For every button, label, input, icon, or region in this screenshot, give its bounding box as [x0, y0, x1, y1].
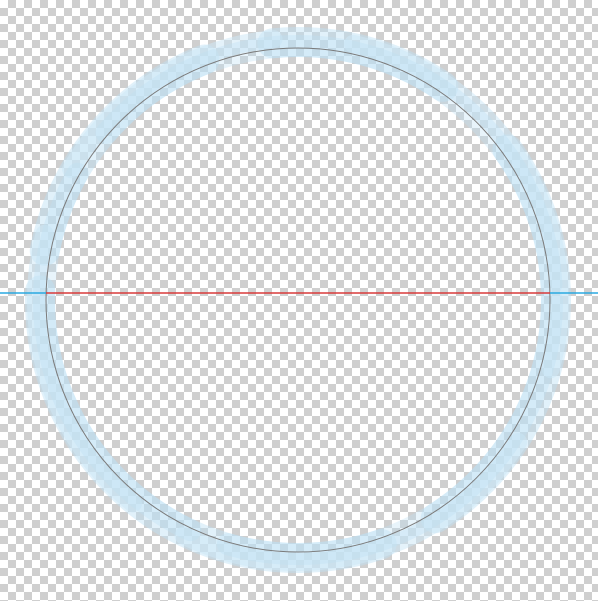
highlight-arc-layer-3	[44, 46, 552, 554]
transparent-canvas[interactable]	[0, 0, 598, 601]
selection-highlight-ring	[36, 38, 560, 562]
work-path-overlay	[0, 0, 598, 601]
